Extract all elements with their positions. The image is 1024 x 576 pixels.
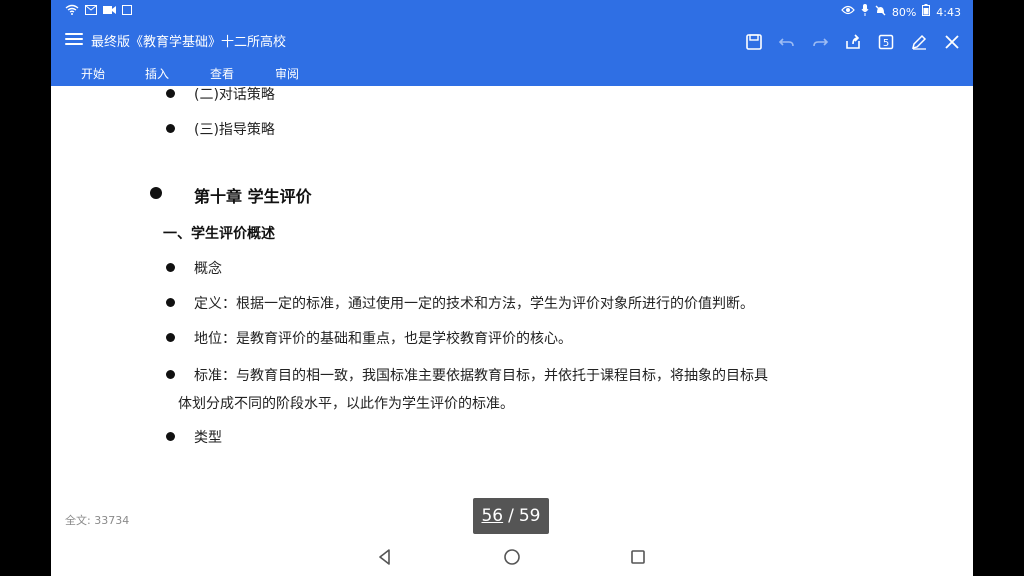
redo-icon [812, 37, 828, 46]
close-button[interactable] [938, 28, 965, 55]
edit-button[interactable] [905, 28, 932, 55]
app-bar: 最终版《教育学基础》十二所高校 5 [51, 22, 973, 62]
tab-view[interactable]: 查看 [210, 65, 234, 82]
battery-level: 80% [891, 5, 917, 19]
ribbon-tabs: 开始 插入 查看 审阅 [51, 62, 973, 86]
bullet-icon [166, 333, 175, 342]
notification-icon [122, 4, 132, 19]
undo-icon [778, 37, 794, 46]
tab-insert[interactable]: 插入 [145, 65, 169, 82]
battery-icon [922, 4, 931, 20]
document-page[interactable]: (二)对话策略 (三)指导策略 第十章 学生评价 一、学生评价概述 概念 定义：… [51, 86, 973, 536]
list-item: (二)对话策略 [194, 87, 275, 103]
menu-icon[interactable] [65, 30, 83, 48]
video-icon [103, 5, 116, 19]
bullet-icon [150, 187, 162, 199]
page-view-icon: 5 [878, 34, 893, 49]
back-triangle-icon [379, 549, 390, 565]
page-separator: / [508, 506, 514, 526]
list-item: 标准：与教育目的相一致，我国标准主要依据教育目标，并依托于课程目标，将抽象的目标… [194, 368, 768, 384]
list-item: (三)指导策略 [194, 122, 275, 138]
close-icon [944, 34, 959, 49]
recents-button[interactable] [628, 547, 648, 567]
edit-icon [911, 34, 926, 50]
home-circle-icon [504, 549, 520, 565]
document-title: 最终版《教育学基础》十二所高校 [91, 35, 287, 50]
bullet-icon [166, 298, 175, 307]
tab-home[interactable]: 开始 [81, 65, 105, 82]
status-right: 80% 4:43 [841, 4, 961, 20]
back-button[interactable] [375, 547, 395, 567]
wifi-icon [65, 4, 79, 19]
status-left [65, 4, 132, 19]
list-item: 定义：根据一定的标准，通过使用一定的技术和方法，学生为评价对象所进行的价值判断。 [194, 296, 754, 312]
page-indicator[interactable]: 56 / 59 [473, 498, 549, 534]
status-bar: 80% 4:43 [51, 0, 973, 22]
list-item-continuation: 体划分成不同的阶段水平，以此作为学生评价的标准。 [178, 396, 514, 412]
list-item: 类型 [194, 430, 222, 446]
eye-icon [841, 5, 855, 19]
share-button[interactable] [839, 28, 866, 55]
list-item: 概念 [194, 261, 222, 277]
share-icon [845, 33, 860, 49]
mail-icon [85, 4, 97, 19]
toolbar-actions: 5 [740, 28, 965, 55]
save-icon [745, 33, 762, 50]
home-button[interactable] [502, 547, 522, 567]
recents-square-icon [631, 550, 645, 564]
bullet-icon [166, 263, 175, 272]
redo-button[interactable] [806, 28, 833, 55]
chapter-heading: 第十章 学生评价 [194, 187, 312, 206]
word-count: 全文: 33734 [65, 514, 130, 527]
bullet-icon [166, 89, 175, 98]
svg-text:5: 5 [882, 38, 888, 49]
current-page: 56 [481, 506, 504, 526]
bullet-icon [166, 124, 175, 133]
mute-icon [875, 5, 886, 20]
device-screen: 80% 4:43 最终版《教育学基础》十二所高校 5 开始 插入 查看 审阅 (… [51, 0, 973, 576]
save-button[interactable] [740, 28, 767, 55]
microphone-icon [861, 4, 869, 20]
navigation-bar [51, 538, 973, 576]
section-heading: 一、学生评价概述 [163, 226, 275, 242]
list-item: 地位：是教育评价的基础和重点，也是学校教育评价的核心。 [194, 331, 572, 347]
tab-review[interactable]: 审阅 [275, 65, 299, 82]
bullet-icon [166, 432, 175, 441]
clock: 4:43 [936, 5, 961, 19]
undo-button[interactable] [773, 28, 800, 55]
bullet-icon [166, 370, 175, 379]
page-view-button[interactable]: 5 [872, 28, 899, 55]
total-pages: 59 [518, 506, 541, 526]
